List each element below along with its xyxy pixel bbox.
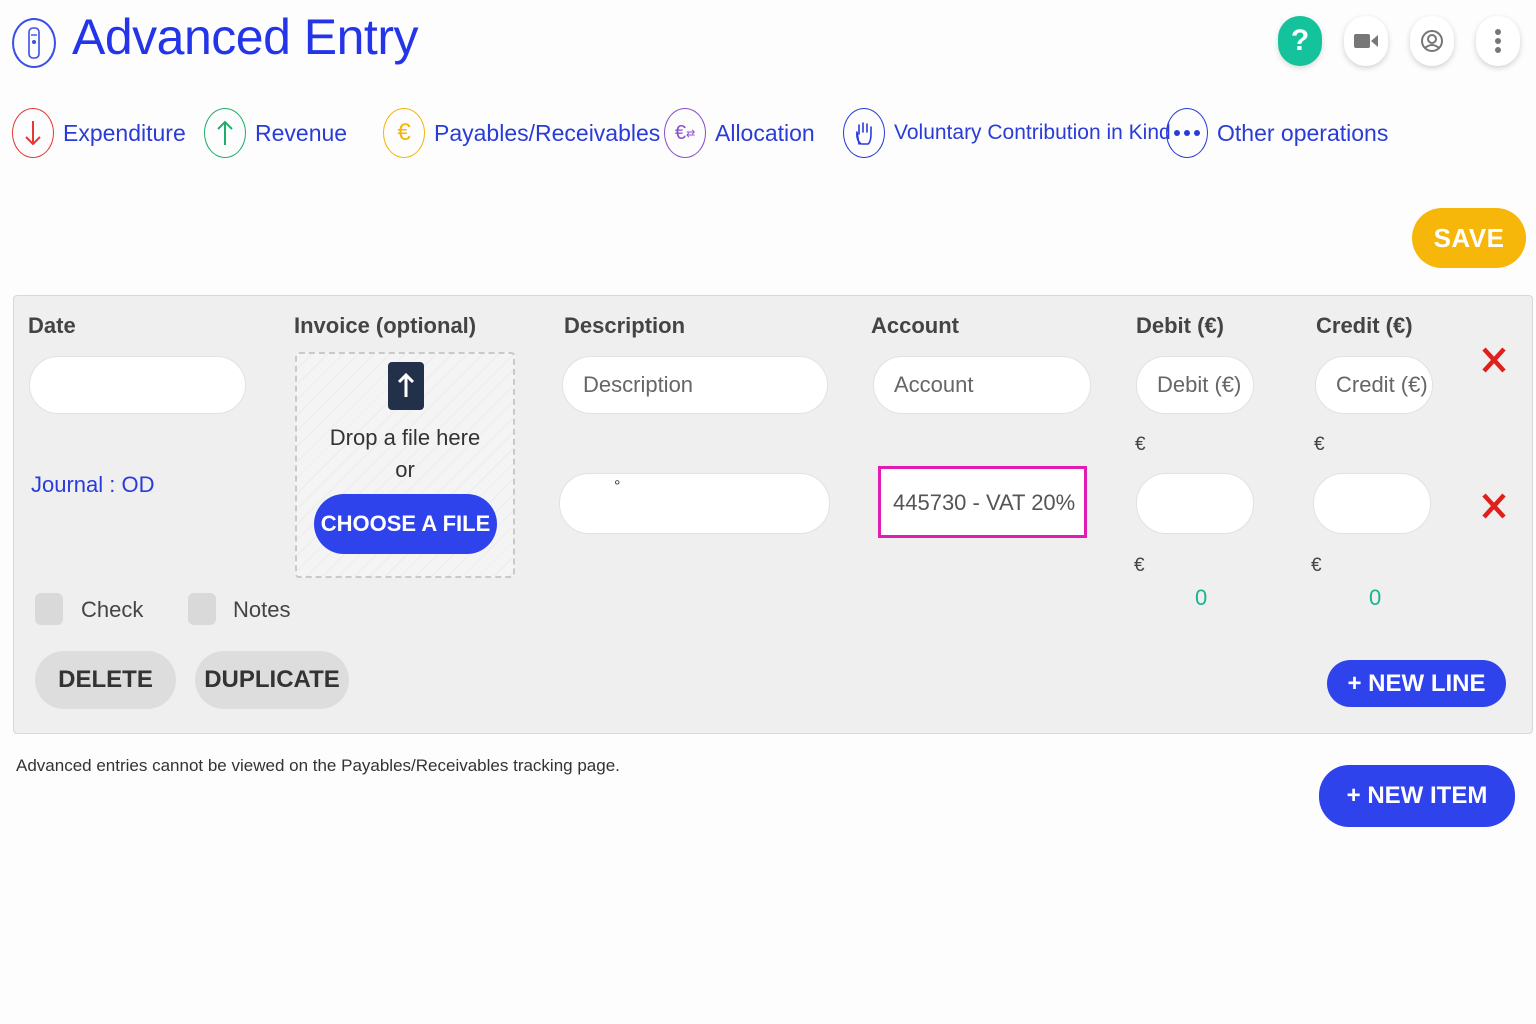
delete-line-1-icon[interactable] — [1480, 344, 1508, 376]
tab-label: Expenditure — [63, 119, 186, 146]
account-value: 445730 - VAT 20% — [893, 490, 1076, 515]
drop-instruction: Drop a file here — [329, 425, 481, 450]
video-button[interactable] — [1344, 16, 1388, 66]
check-label: Check — [81, 597, 144, 622]
credit-currency-line-2: € — [1311, 555, 1322, 576]
credit-currency: € — [1314, 434, 1325, 455]
duplicate-button[interactable]: DUPLICATE — [195, 651, 349, 709]
footnote: Advanced entries cannot be viewed on the… — [16, 756, 620, 775]
tab-expenditure[interactable]: Expenditure — [12, 106, 186, 160]
hand-icon — [843, 108, 885, 158]
tab-label: Revenue — [255, 119, 348, 146]
check-checkbox[interactable] — [35, 593, 63, 625]
page-title: Advanced Entry — [72, 9, 418, 65]
account-button[interactable] — [1410, 16, 1454, 66]
description-input[interactable]: Description — [562, 356, 828, 414]
euro-icon: € — [383, 108, 425, 158]
tab-label: Other operations — [1217, 119, 1389, 146]
help-button[interactable]: ? — [1278, 16, 1322, 66]
debit-header: Debit (€) — [1136, 313, 1224, 338]
date-header: Date — [28, 313, 76, 338]
description-header: Description — [564, 313, 686, 338]
delete-button[interactable]: DELETE — [35, 651, 176, 709]
tab-revenue[interactable]: Revenue — [204, 106, 347, 160]
debit-total: 0 — [1195, 585, 1208, 610]
tab-label: Allocation — [715, 119, 815, 146]
save-button[interactable]: SAVE — [1412, 208, 1526, 268]
tab-label: Voluntary Contribution in Kind — [894, 121, 1171, 144]
euro-exchange-icon: € ⇄ — [664, 108, 706, 158]
credit-total: 0 — [1369, 585, 1382, 610]
debit-input-line-2[interactable] — [1136, 473, 1254, 534]
tab-voluntary-contribution[interactable]: Voluntary Contribution in Kind — [843, 106, 1171, 160]
debit-currency: € — [1135, 434, 1146, 455]
tab-label: Payables/Receivables — [434, 119, 661, 146]
journal-label[interactable]: Journal : OD — [31, 472, 155, 498]
tab-payables-receivables[interactable]: € Payables/Receivables — [383, 106, 660, 160]
user-icon — [1421, 30, 1443, 52]
new-line-button[interactable]: + NEW LINE — [1327, 660, 1506, 707]
more-menu-button[interactable] — [1476, 16, 1520, 66]
drop-or: or — [395, 457, 415, 482]
invoice-header: Invoice (optional) — [294, 313, 477, 338]
credit-input-line-2[interactable] — [1313, 473, 1431, 534]
credit-input[interactable]: Credit (€) — [1315, 356, 1433, 414]
arrow-up-icon — [204, 108, 246, 158]
dots-icon — [1166, 108, 1208, 158]
flashlight-icon[interactable] — [12, 18, 56, 68]
tab-other-operations[interactable]: Other operations — [1166, 106, 1388, 160]
notes-checkbox[interactable] — [188, 593, 216, 625]
date-field[interactable] — [29, 356, 246, 414]
debit-currency-line-2: € — [1134, 555, 1145, 576]
more-vertical-icon — [1495, 29, 1501, 53]
arrow-down-icon — [12, 108, 54, 158]
help-icon: ? — [1290, 24, 1310, 57]
new-item-button[interactable]: + NEW ITEM — [1319, 765, 1515, 827]
description-input-line-2[interactable]: ° — [559, 473, 830, 534]
credit-header: Credit (€) — [1316, 313, 1413, 338]
notes-label: Notes — [233, 597, 291, 622]
debit-input[interactable]: Debit (€) — [1136, 356, 1254, 414]
dropzone-text: Drop a file here or — [300, 422, 510, 486]
delete-line-2-icon[interactable] — [1480, 490, 1508, 522]
account-input[interactable]: Account — [873, 356, 1091, 414]
tab-allocation[interactable]: € ⇄ Allocation — [664, 106, 815, 160]
video-icon — [1354, 34, 1378, 48]
choose-file-button[interactable]: CHOOSE A FILE — [314, 494, 497, 554]
account-header: Account — [871, 313, 959, 338]
upload-icon — [388, 362, 424, 410]
